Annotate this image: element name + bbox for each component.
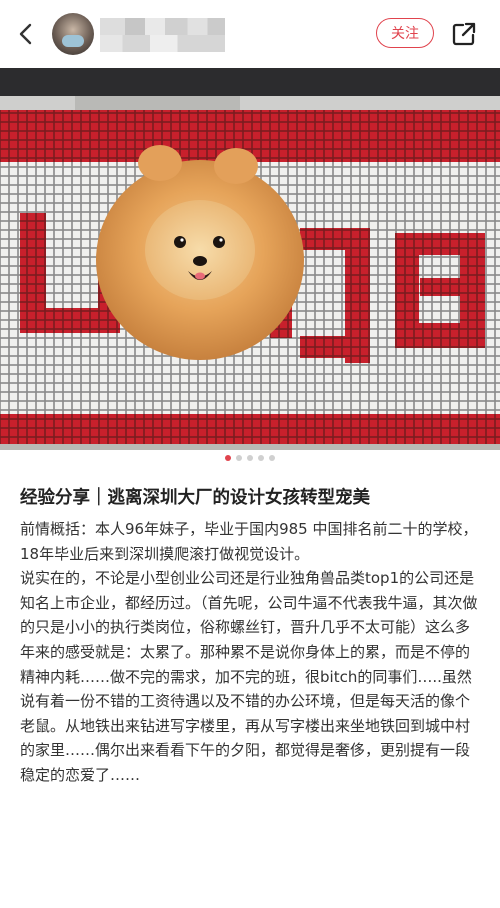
avatar[interactable] [52,13,94,55]
follow-button[interactable]: 关注 [376,18,434,48]
post-photo[interactable] [0,68,500,450]
carousel-dot[interactable] [247,455,253,461]
back-chevron-icon[interactable] [12,20,40,48]
note-title: 经验分享｜逃离深圳大厂的设计女孩转型宠美 [20,488,370,508]
carousel-dot[interactable] [269,455,275,461]
note-paragraph: 说实在的，不论是小型创业公司还是行业独角兽品类top1的公司还是知名上市企业，都… [20,569,478,784]
note-paragraph: 前情概括：本人96年妹子，毕业于国内985 中国排名前二十的学校，18年毕业后来… [20,520,478,563]
top-bar: 关注 [0,0,500,68]
carousel-dot[interactable] [236,455,242,461]
carousel-indicator [0,455,500,467]
username-pixelated[interactable] [100,18,225,52]
carousel-dot[interactable] [225,455,231,461]
carousel-dot[interactable] [258,455,264,461]
share-icon[interactable] [450,20,478,48]
note-body: 前情概括：本人96年妹子，毕业于国内985 中国排名前二十的学校，18年毕业后来… [20,517,482,788]
